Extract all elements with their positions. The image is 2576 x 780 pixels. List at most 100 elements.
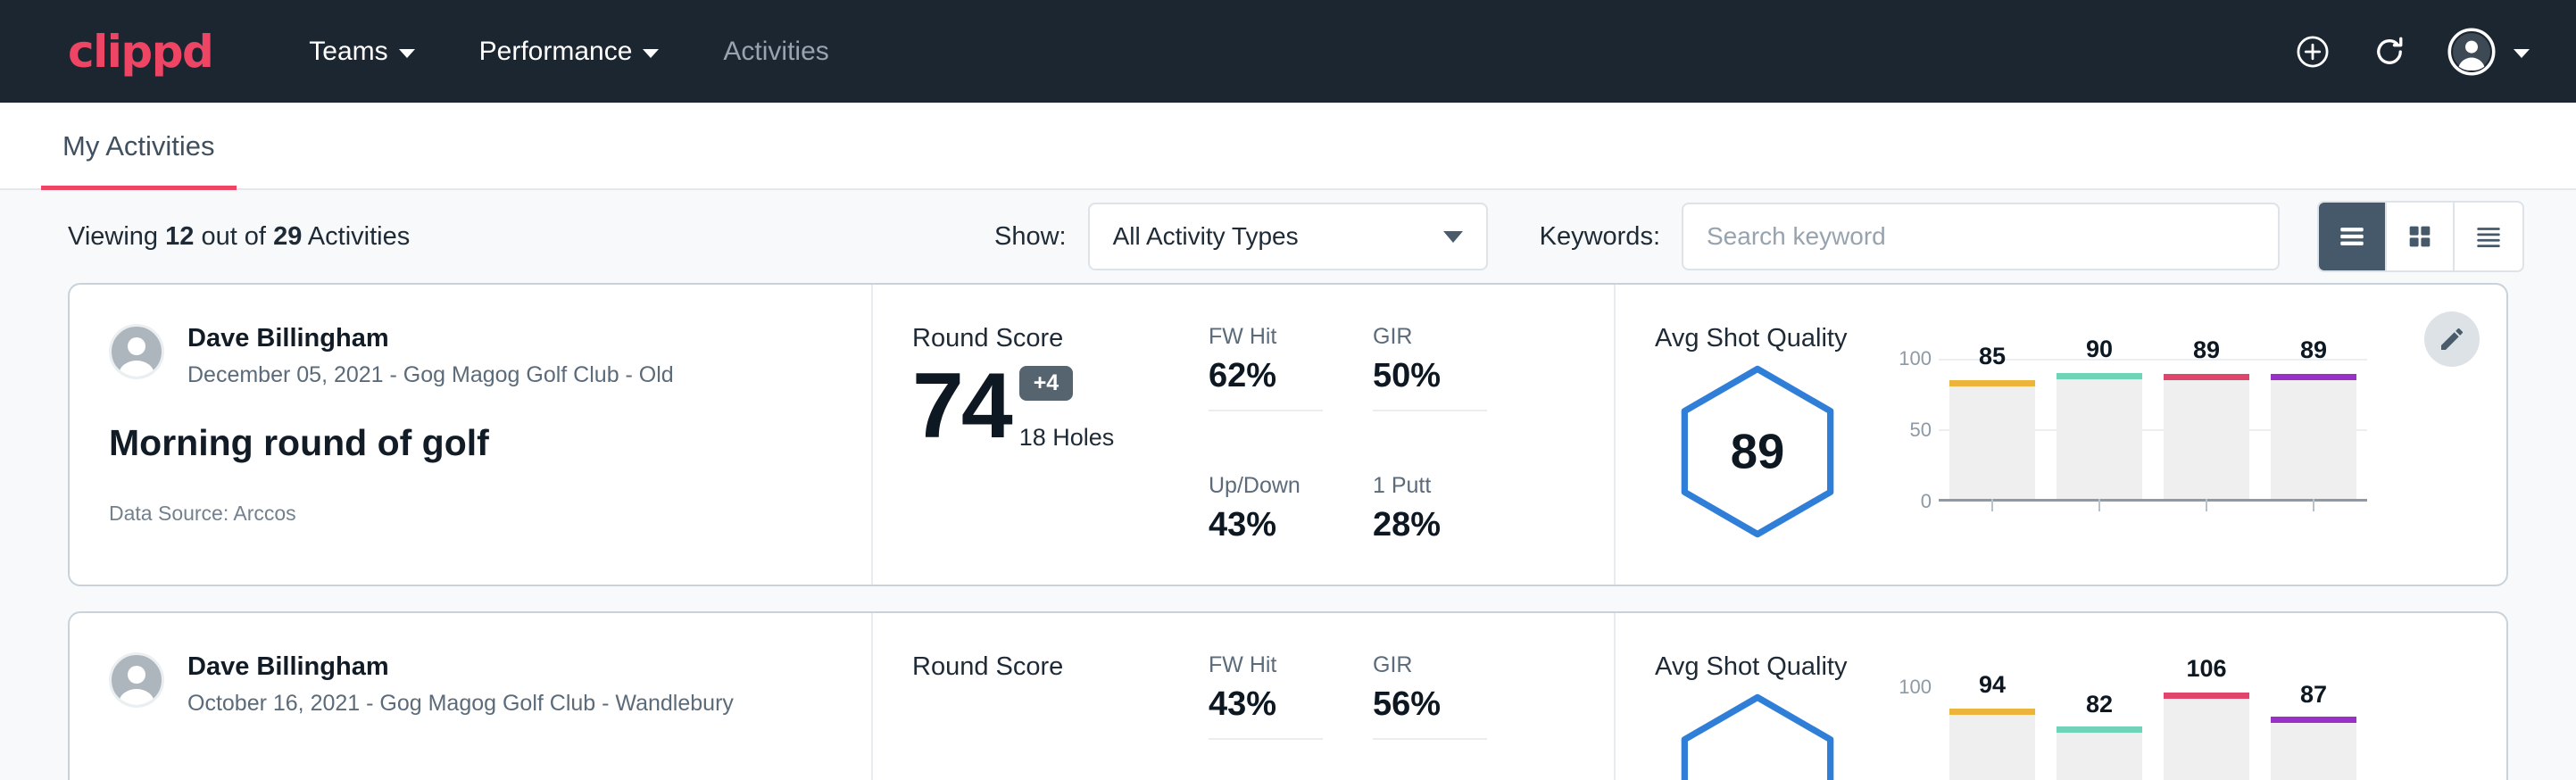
round-score-section: Round Score 74 +4 18 Holes bbox=[873, 285, 1194, 585]
nav-item-activities[interactable]: Activities bbox=[716, 28, 835, 76]
shot-quality-bar-chart: 100 50 0 85 bbox=[1883, 359, 2367, 502]
round-stats-grid: FW Hit 62% GIR 50% Up/Down 43% 1 Putt 28… bbox=[1194, 285, 1614, 585]
bar-ott-cap bbox=[1949, 709, 2035, 715]
bar-arg-cap bbox=[2164, 693, 2249, 699]
avg-shot-quality-label: Avg Shot Quality bbox=[1655, 324, 2506, 353]
bar-app-value: 90 bbox=[2086, 336, 2113, 363]
nav-item-teams-label: Teams bbox=[309, 37, 387, 67]
viewing-prefix: Viewing bbox=[68, 222, 158, 251]
activity-card[interactable]: Dave Billingham October 16, 2021 - Gog M… bbox=[68, 611, 2508, 780]
chart-plot-area: 94 82 bbox=[1939, 687, 2367, 780]
view-mode-compact-button[interactable] bbox=[2455, 203, 2522, 270]
viewing-count: 12 bbox=[165, 222, 194, 251]
stat-gir-value: 50% bbox=[1373, 357, 1487, 411]
bar-ott-value: 85 bbox=[1979, 343, 2006, 370]
nav-item-performance-label: Performance bbox=[479, 37, 633, 67]
stat-one-putt-value: 28% bbox=[1373, 506, 1487, 544]
bar-putt-value: 89 bbox=[2300, 336, 2327, 364]
y-tick-0: 0 bbox=[1921, 490, 1932, 513]
top-navigation-bar: clippd Teams Performance Activities bbox=[0, 0, 2576, 103]
page-tab-bar: My Activities bbox=[0, 103, 2576, 190]
bar-app-value: 82 bbox=[2086, 691, 2113, 718]
quality-score-text: 89 bbox=[1731, 425, 1785, 479]
bar-putt: 89 bbox=[2271, 359, 2356, 499]
x-tick-ott bbox=[1949, 499, 2035, 511]
bar-arg: 89 bbox=[2164, 359, 2249, 499]
compact-view-icon bbox=[2473, 221, 2504, 252]
search-input[interactable] bbox=[1682, 203, 2280, 270]
bar-arg: 106 bbox=[2164, 687, 2249, 780]
chart-y-axis: 100 bbox=[1883, 687, 1939, 780]
stat-fw-hit-value: 43% bbox=[1209, 685, 1323, 740]
stat-gir-label: GIR bbox=[1373, 652, 1487, 678]
list-view-icon bbox=[2337, 221, 2367, 252]
round-score-label: Round Score bbox=[912, 652, 1194, 682]
y-tick-50: 50 bbox=[1910, 419, 1932, 442]
activity-data-source: Data Source: Arccos bbox=[109, 502, 871, 526]
activity-card[interactable]: Dave Billingham December 05, 2021 - Gog … bbox=[68, 283, 2508, 586]
y-tick-100: 100 bbox=[1899, 347, 1932, 370]
keywords-label: Keywords: bbox=[1540, 222, 1660, 252]
stat-fw-hit-value: 62% bbox=[1209, 357, 1323, 411]
stat-fw-hit: FW Hit 62% bbox=[1209, 324, 1323, 452]
activity-meta: October 16, 2021 - Gog Magog Golf Club -… bbox=[187, 691, 734, 717]
add-circle-icon[interactable] bbox=[2294, 33, 2331, 71]
stat-fw-hit-label: FW Hit bbox=[1209, 324, 1323, 350]
account-avatar-icon bbox=[2447, 28, 2496, 76]
bar-app: 90 bbox=[2057, 359, 2142, 499]
activity-author: Dave Billingham October 16, 2021 - Gog M… bbox=[109, 652, 871, 717]
stat-gir: GIR 50% bbox=[1373, 324, 1487, 452]
viewing-middle: out of bbox=[201, 222, 266, 251]
stat-one-putt-label: 1 Putt bbox=[1373, 473, 1487, 499]
activity-title: Morning round of golf bbox=[109, 422, 871, 464]
refresh-icon[interactable] bbox=[2371, 33, 2408, 71]
stat-gir-label: GIR bbox=[1373, 324, 1487, 350]
nav-item-performance[interactable]: Performance bbox=[472, 28, 667, 76]
chart-x-ticks bbox=[1939, 499, 2367, 511]
activity-card-summary: Dave Billingham December 05, 2021 - Gog … bbox=[70, 285, 873, 585]
avg-shot-quality-section: Avg Shot Quality 89 100 50 0 bbox=[1614, 285, 2506, 585]
bar-arg-cap bbox=[2164, 374, 2249, 380]
round-score-row: 74 +4 18 Holes bbox=[912, 362, 1194, 452]
view-mode-list-button[interactable] bbox=[2319, 203, 2387, 270]
stat-fw-hit-label: FW Hit bbox=[1209, 652, 1323, 678]
x-tick-arg bbox=[2164, 499, 2249, 511]
activity-card-list: Dave Billingham December 05, 2021 - Gog … bbox=[0, 283, 2576, 780]
bar-app-cap bbox=[2057, 373, 2142, 379]
stat-up-down: Up/Down 43% bbox=[1209, 473, 1323, 585]
bar-app-rect bbox=[2057, 373, 2142, 499]
bar-ott-value: 94 bbox=[1979, 671, 2006, 699]
bar-app-rect bbox=[2057, 726, 2142, 780]
avg-shot-quality-label: Avg Shot Quality bbox=[1655, 652, 2506, 682]
author-name: Dave Billingham bbox=[187, 324, 674, 353]
pencil-icon bbox=[2438, 325, 2466, 353]
bar-ott: 94 bbox=[1949, 687, 2035, 780]
bar-arg-rect bbox=[2164, 374, 2249, 499]
quality-hexagon: 89 bbox=[1655, 359, 1860, 539]
holes-played: 18 Holes bbox=[1019, 424, 1115, 452]
stat-one-putt: 1 Putt 28% bbox=[1373, 473, 1487, 585]
stat-gir-value: 56% bbox=[1373, 685, 1487, 740]
avg-shot-quality-section: Avg Shot Quality 100 94 bbox=[1614, 613, 2506, 780]
chart-bars: 94 82 bbox=[1939, 687, 2367, 780]
score-differential-badge: +4 bbox=[1019, 366, 1074, 401]
nav-item-teams[interactable]: Teams bbox=[302, 28, 421, 76]
tab-my-activities[interactable]: My Activities bbox=[41, 130, 237, 190]
app-logo[interactable]: clippd bbox=[68, 26, 212, 78]
activity-type-select[interactable]: All Activity Types bbox=[1088, 203, 1488, 270]
bar-putt: 87 bbox=[2271, 687, 2356, 780]
round-score-section: Round Score bbox=[873, 613, 1194, 780]
round-score-label: Round Score bbox=[912, 324, 1194, 353]
chart-plot-area: 85 90 bbox=[1939, 359, 2367, 502]
stat-up-down-label: Up/Down bbox=[1209, 473, 1323, 499]
chevron-down-icon bbox=[2514, 49, 2530, 58]
activity-author: Dave Billingham December 05, 2021 - Gog … bbox=[109, 324, 871, 388]
view-mode-grid-button[interactable] bbox=[2387, 203, 2455, 270]
edit-activity-button[interactable] bbox=[2424, 311, 2480, 367]
y-tick-100: 100 bbox=[1899, 676, 1932, 699]
nav-item-activities-label: Activities bbox=[723, 37, 828, 67]
viewing-suffix: Activities bbox=[308, 222, 410, 251]
stat-fw-hit: FW Hit 43% bbox=[1209, 652, 1323, 780]
account-menu[interactable] bbox=[2447, 28, 2530, 76]
viewing-summary: Viewing 12 out of 29 Activities bbox=[68, 222, 410, 252]
